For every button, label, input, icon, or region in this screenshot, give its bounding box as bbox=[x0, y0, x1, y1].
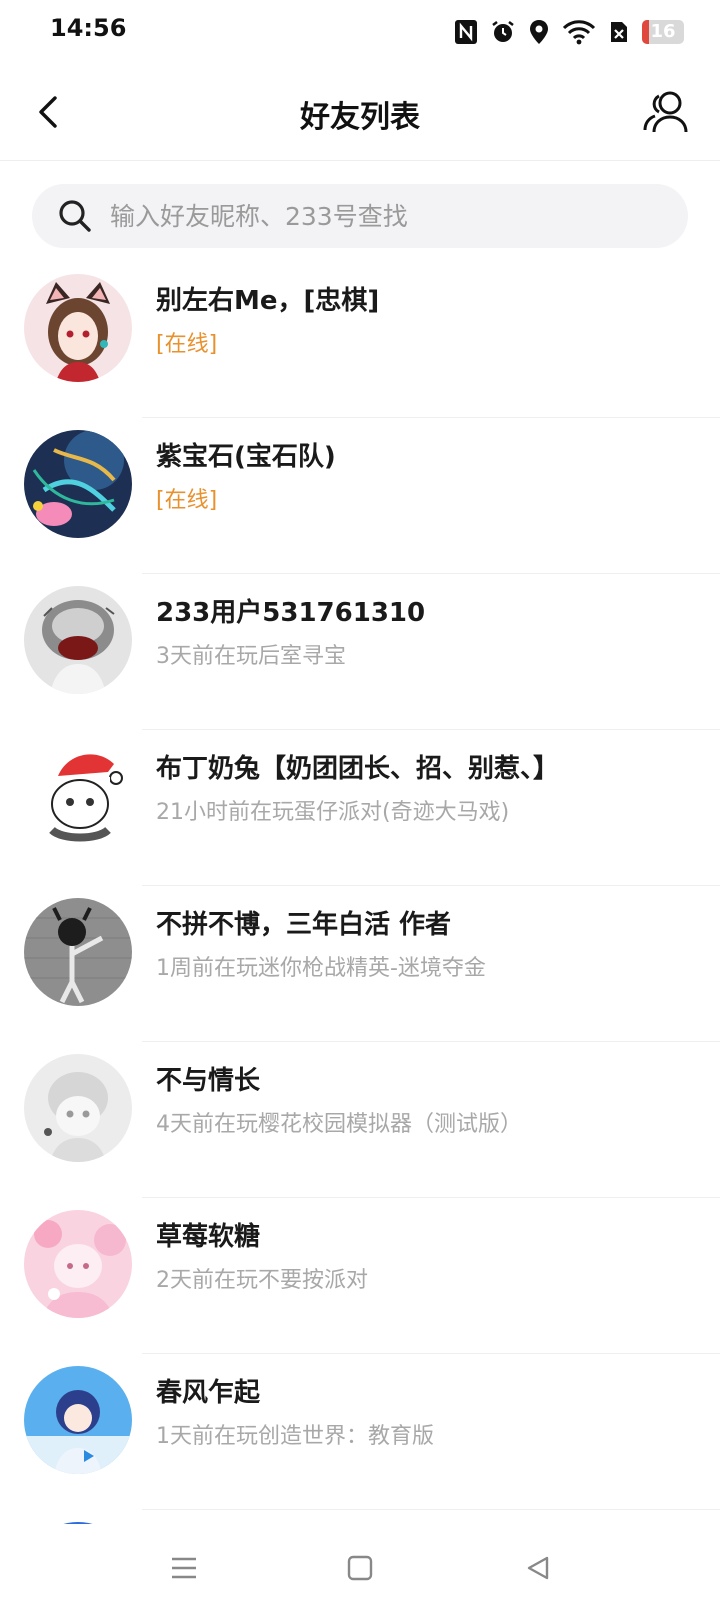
friend-status: 21小时前在玩蛋仔派对(奇迹大马戏) bbox=[156, 800, 510, 825]
friend-list-item[interactable]: 春风乍起 1天前在玩创造世界：教育版 bbox=[0, 1354, 720, 1510]
friend-list-item[interactable]: 233用户531761310 3天前在玩后室寻宝 bbox=[0, 574, 720, 730]
friend-name: 233用户531761310 bbox=[156, 598, 426, 628]
friend-list-item[interactable]: 不与情长 4天前在玩樱花校园模拟器（测试版） bbox=[0, 1042, 720, 1198]
wifi-icon bbox=[562, 19, 596, 45]
friend-name: 不与情长 bbox=[156, 1066, 261, 1096]
friends-icon bbox=[643, 91, 688, 133]
nfc-icon bbox=[454, 19, 478, 45]
status-bar: 14:56 16 bbox=[0, 0, 720, 64]
search-input[interactable] bbox=[108, 185, 688, 247]
friends-button[interactable] bbox=[640, 86, 692, 138]
friend-status: 2天前在玩不要按派对 bbox=[156, 1268, 368, 1293]
avatar bbox=[24, 274, 132, 382]
friend-status: [在线] bbox=[156, 332, 218, 357]
friend-name: 草莓软糖 bbox=[156, 1222, 261, 1252]
friend-status: 3天前在玩后室寻宝 bbox=[156, 644, 346, 669]
location-icon bbox=[528, 19, 550, 45]
battery-level: 16 bbox=[650, 21, 676, 42]
avatar bbox=[24, 586, 132, 694]
search-box[interactable] bbox=[32, 184, 688, 248]
back-triangle-icon bbox=[527, 1556, 549, 1580]
system-nav-bar bbox=[0, 1524, 720, 1612]
home-icon bbox=[347, 1555, 373, 1581]
friend-list-item[interactable]: 不拼不博，三年白活 作者 1周前在玩迷你枪战精英-迷境夺金 bbox=[0, 886, 720, 1042]
friend-list-item[interactable]: 别左右Me，[忠棋] [在线] bbox=[0, 262, 720, 418]
avatar bbox=[24, 1366, 132, 1474]
search-icon bbox=[58, 199, 92, 233]
friend-status: [在线] bbox=[156, 488, 218, 513]
friend-status: 4天前在玩樱花校园模拟器（测试版） bbox=[156, 1112, 522, 1137]
page-title: 好友列表 bbox=[300, 100, 420, 135]
sim-off-icon bbox=[608, 19, 630, 45]
avatar bbox=[24, 430, 132, 538]
home-button[interactable] bbox=[338, 1546, 382, 1590]
status-icons: 16 bbox=[454, 16, 684, 48]
friend-list-item[interactable]: 布丁奶兔【奶团团长、招、别惹、】 21小时前在玩蛋仔派对(奇迹大马戏) bbox=[0, 730, 720, 886]
friend-list-item[interactable]: 草莓软糖 2天前在玩不要按派对 bbox=[0, 1198, 720, 1354]
friend-name: 紫宝石(宝石队) bbox=[156, 442, 336, 472]
friend-name: 别左右Me，[忠棋] bbox=[156, 286, 380, 316]
friend-list: 别左右Me，[忠棋] [在线] 紫宝石(宝石队) [在线] 233用户53176… bbox=[0, 262, 720, 1524]
menu-icon bbox=[172, 1557, 196, 1579]
avatar bbox=[24, 1210, 132, 1318]
avatar bbox=[24, 1054, 132, 1162]
friend-name: 春风乍起 bbox=[156, 1378, 261, 1408]
system-back-button[interactable] bbox=[516, 1546, 560, 1590]
avatar bbox=[24, 742, 132, 850]
friend-list-item[interactable]: 紫宝石(宝石队) [在线] bbox=[0, 418, 720, 574]
status-time: 14:56 bbox=[50, 14, 127, 42]
friend-status: 1天前在玩创造世界：教育版 bbox=[156, 1424, 434, 1449]
app-header: 好友列表 bbox=[0, 64, 720, 161]
avatar bbox=[24, 898, 132, 1006]
battery-icon: 16 bbox=[642, 20, 684, 44]
friend-name: 不拼不博，三年白活 作者 bbox=[156, 910, 452, 940]
alarm-icon bbox=[490, 19, 516, 45]
friend-list-item[interactable] bbox=[0, 1510, 720, 1524]
friend-name: 布丁奶兔【奶团团长、招、别惹、】 bbox=[156, 754, 560, 784]
menu-button[interactable] bbox=[162, 1546, 206, 1590]
friend-status: 1周前在玩迷你枪战精英-迷境夺金 bbox=[156, 956, 486, 981]
